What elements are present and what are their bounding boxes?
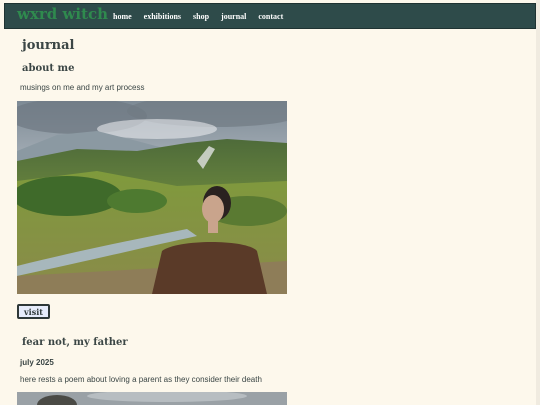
page-title: journal xyxy=(22,38,75,53)
fear-not-photo-image xyxy=(17,392,287,405)
site-brand[interactable]: wxrd witch xyxy=(17,5,108,23)
nav-links: home exhibitions shop journal contact xyxy=(113,12,295,21)
top-navbar: wxrd witch home exhibitions shop journal… xyxy=(4,3,536,29)
entry-description-fear-not-my-father: here rests a poem about loving a parent … xyxy=(20,375,262,384)
fear-not-photo xyxy=(17,392,287,405)
entry-description-about-me: musings on me and my art process xyxy=(20,83,145,92)
nav-shop-link[interactable]: shop xyxy=(193,12,209,21)
nav-journal-link[interactable]: journal xyxy=(221,12,246,21)
about-me-photo xyxy=(17,101,287,294)
about-me-photo-image xyxy=(17,101,287,294)
nav-contact-link[interactable]: contact xyxy=(258,12,283,21)
entry-title-about-me: about me xyxy=(22,63,75,74)
visit-button[interactable]: visit xyxy=(17,304,50,319)
scrollbar[interactable] xyxy=(536,0,540,405)
entry-date: july 2025 xyxy=(20,358,54,367)
nav-exhibitions-link[interactable]: exhibitions xyxy=(144,12,181,21)
entry-title-fear-not-my-father: fear not, my father xyxy=(22,337,128,348)
nav-home-link[interactable]: home xyxy=(113,12,132,21)
